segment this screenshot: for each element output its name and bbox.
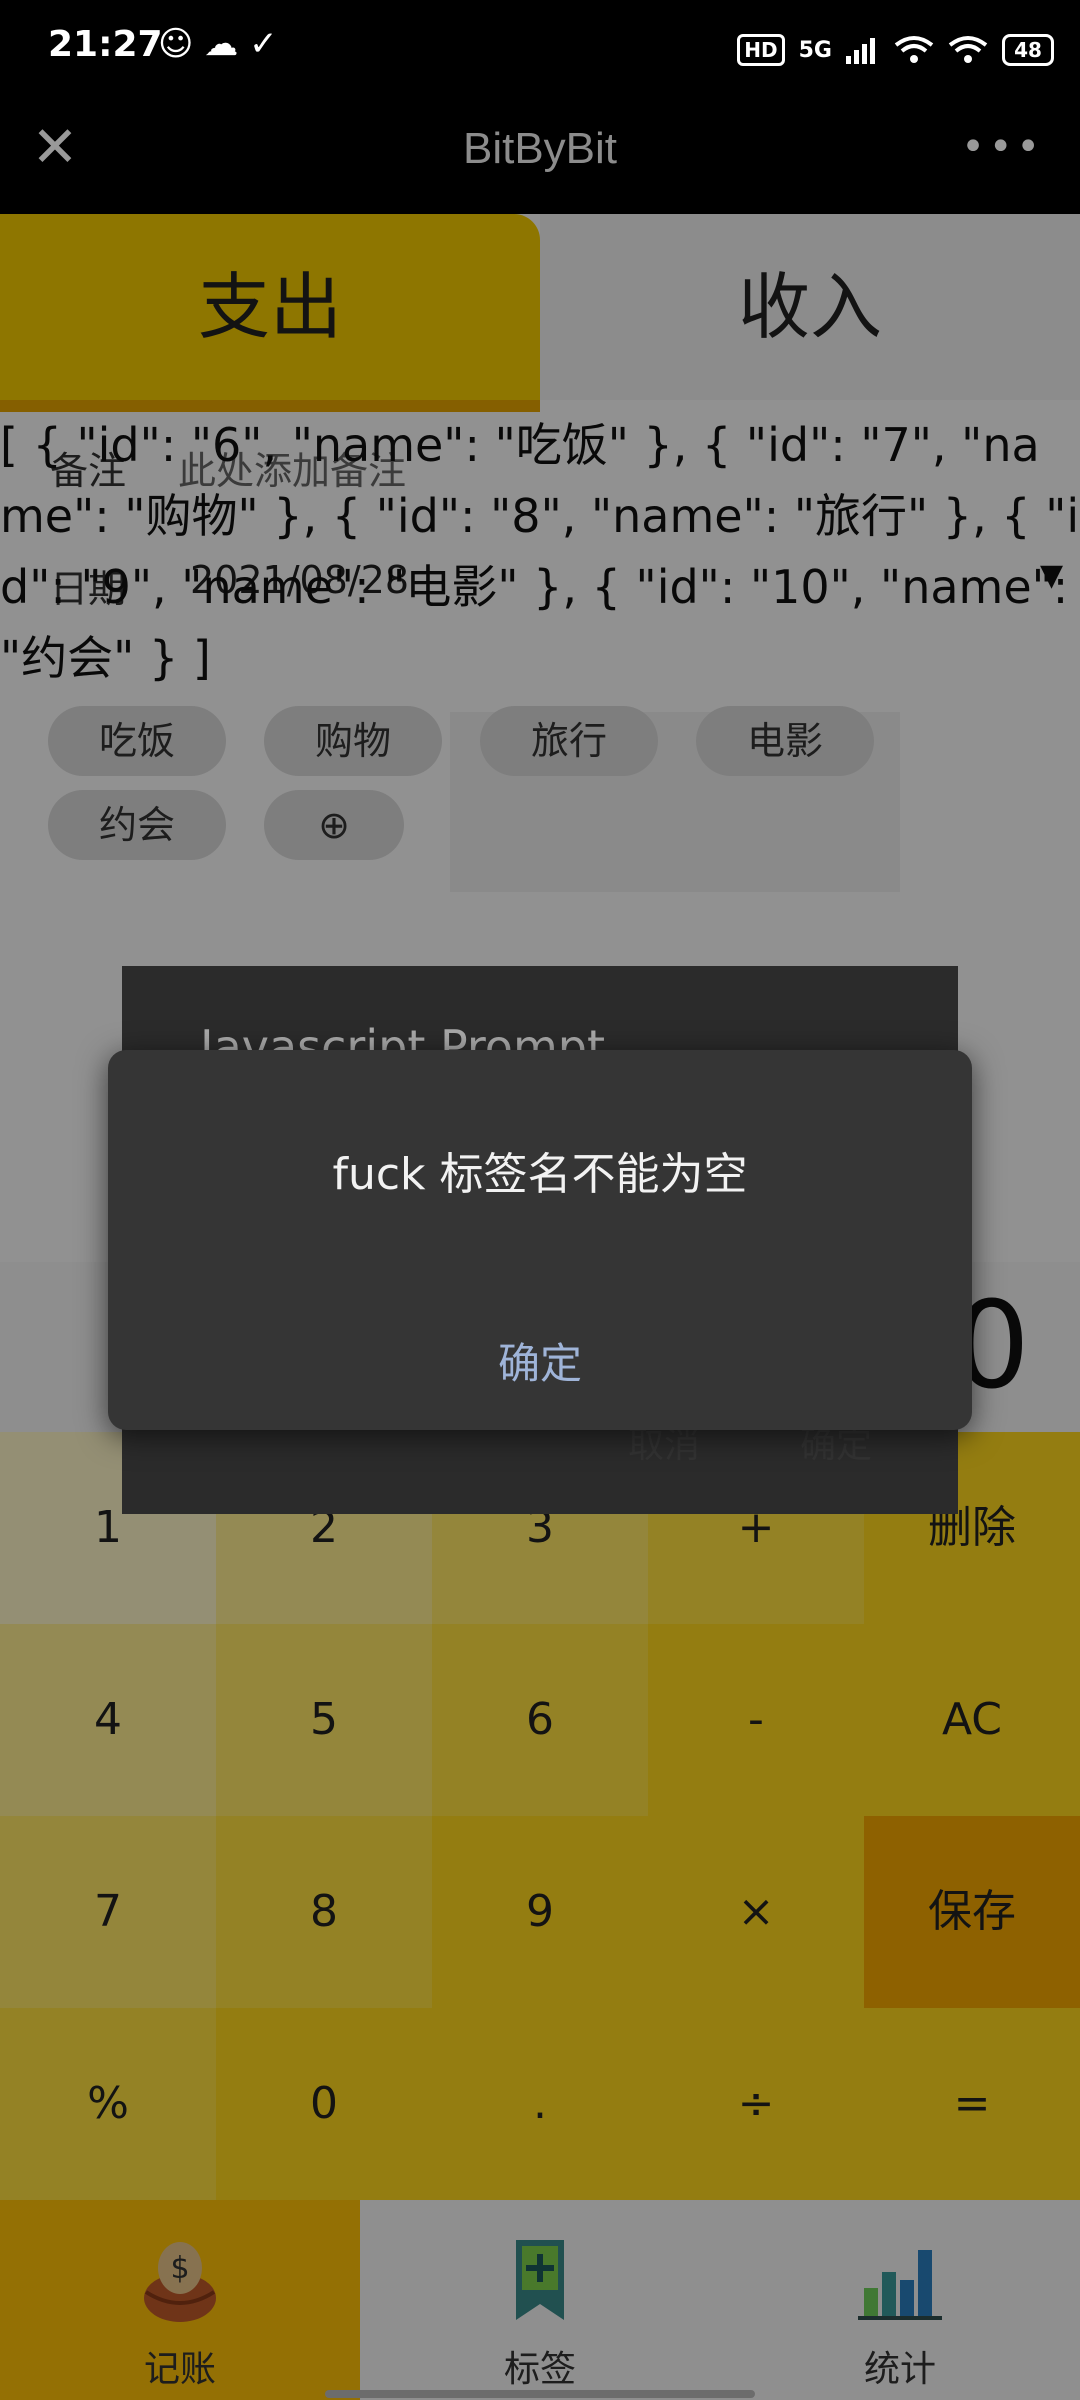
hd-badge: HD	[737, 34, 785, 66]
cloud-icon: ☁	[204, 24, 239, 64]
alert-message: fuck 标签名不能为空	[332, 1149, 748, 1200]
check-icon: ✓	[249, 24, 278, 64]
ghost-icon: ☺	[158, 24, 194, 64]
battery-icon: 48	[1002, 34, 1054, 66]
app-title: BitByBit	[462, 124, 618, 173]
signal-icon	[846, 38, 875, 64]
status-right-icons: HD 5G 48	[737, 30, 1054, 70]
wifi-icon	[948, 36, 988, 63]
status-time: 21:27	[48, 24, 163, 65]
network-label: 5G	[798, 37, 832, 63]
status-left-icons: ☺ ☁ ✓	[158, 24, 278, 64]
wifi-icon	[894, 36, 934, 63]
alert-ok-button[interactable]: 确定	[440, 1330, 640, 1391]
more-icon[interactable]: •••	[961, 124, 1044, 170]
